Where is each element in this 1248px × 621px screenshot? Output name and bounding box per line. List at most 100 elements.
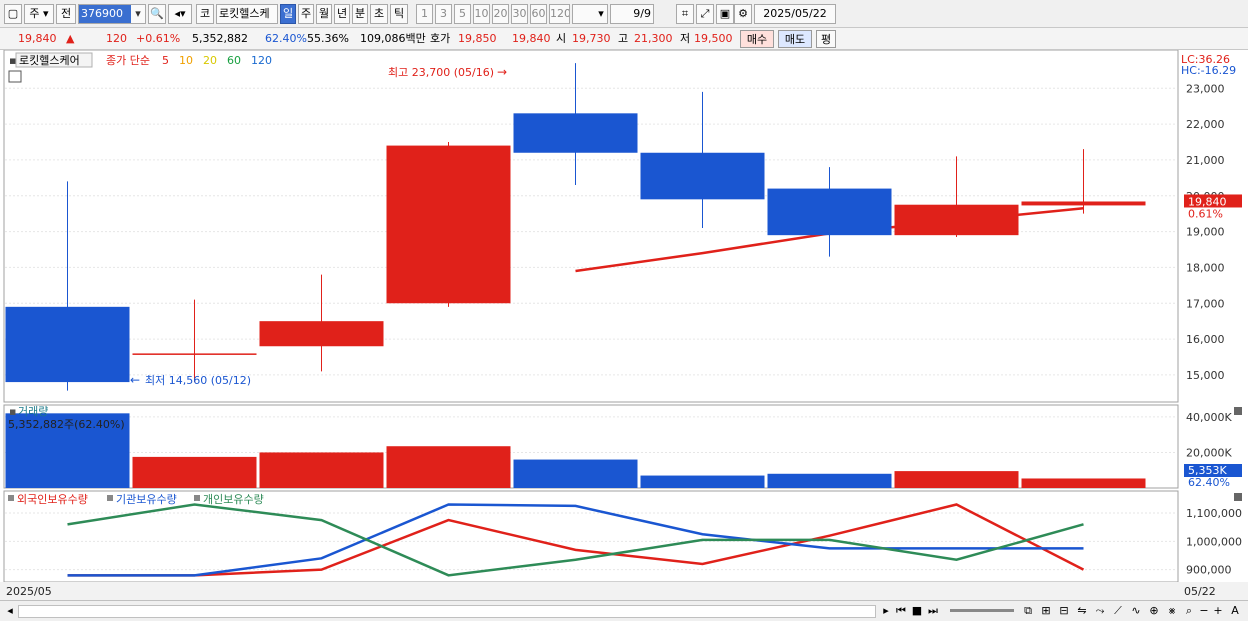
- draw-tool-icon[interactable]: ⤢: [696, 4, 714, 24]
- candle-body: [513, 113, 638, 153]
- binoculars-icon[interactable]: ⌗: [676, 4, 694, 24]
- period-tab[interactable]: 주: [298, 4, 314, 24]
- ma-period-label: 10: [179, 54, 193, 67]
- quote-bar: 19,840 ▲ 120 +0.61% 5,352,882 62.40% 55.…: [0, 28, 1248, 50]
- period-tab[interactable]: 틱: [390, 4, 408, 24]
- table-toggle-icon[interactable]: [8, 70, 22, 83]
- interval-tab[interactable]: 60: [530, 4, 547, 24]
- avg-button[interactable]: 평: [816, 30, 836, 48]
- interval-tab[interactable]: 30: [511, 4, 528, 24]
- interval-tab[interactable]: 10: [473, 4, 490, 24]
- holdings-tick-label: 1,100,000: [1186, 507, 1242, 520]
- price-tick-label: 19,000: [1186, 226, 1225, 239]
- search-icon[interactable]: 🔍: [148, 4, 166, 24]
- forward-icon[interactable]: ⏭: [926, 604, 940, 619]
- high-value: 21,300: [634, 32, 673, 45]
- volume-tick-label: 20,000K: [1186, 446, 1232, 459]
- main-toolbar: ▢ 주 ▾ 전 376900 ▾ 🔍 ◂▾ 코 로킷헬스케 일주월년분초틱 135…: [0, 0, 1248, 28]
- volume-bar: [640, 475, 765, 488]
- period-tab[interactable]: 월: [316, 4, 332, 24]
- period-tab[interactable]: 년: [334, 4, 350, 24]
- stock-name: 로킷헬스케: [216, 4, 278, 24]
- turnover-ratio: 55.36%: [307, 32, 349, 45]
- overlay-icon[interactable]: ⊕: [1146, 604, 1162, 619]
- volume-bar: [386, 446, 511, 488]
- holdings-legend-label: 외국인보유수량: [17, 493, 88, 506]
- window-menu-icon[interactable]: ▢: [4, 4, 22, 24]
- interval-tab[interactable]: 3: [435, 4, 452, 24]
- interval-tab[interactable]: 1: [416, 4, 433, 24]
- period-tab[interactable]: 일: [280, 4, 296, 24]
- magnifier-icon[interactable]: ⌕: [1182, 604, 1196, 619]
- stop-icon[interactable]: ■: [910, 604, 924, 619]
- period-tab[interactable]: 초: [370, 4, 388, 24]
- trend-icon[interactable]: ⤳: [1092, 604, 1108, 619]
- date-axis-end: 05/22: [1184, 585, 1216, 598]
- date-axis-start: 2025/05: [6, 585, 52, 598]
- line-tool-icon[interactable]: ⟋: [1110, 604, 1126, 619]
- high-note: 최고 23,700 (05/16): [388, 66, 494, 79]
- volume-panel-close-icon[interactable]: [1234, 407, 1242, 415]
- volume-bar: [513, 459, 638, 488]
- interval-tab[interactable]: 20: [492, 4, 509, 24]
- interval-dropdown[interactable]: ▾: [572, 4, 608, 24]
- candle-body: [894, 204, 1019, 236]
- volume-title: 거래량: [18, 405, 48, 418]
- stock-code-input[interactable]: 376900 ▾: [78, 4, 146, 24]
- period-tab[interactable]: 분: [352, 4, 368, 24]
- copy-icon[interactable]: ⧉: [1020, 604, 1036, 619]
- low-label: 저: [680, 32, 691, 45]
- panel-menu-icon[interactable]: ▪: [9, 405, 16, 418]
- gear-icon[interactable]: ⚙: [734, 4, 752, 24]
- chart-area[interactable]: 23,00022,00021,00020,00019,00018,00017,0…: [0, 49, 1248, 600]
- stock-chart[interactable]: 23,00022,00021,00020,00019,00018,00017,0…: [0, 49, 1248, 600]
- period-selector-label: 주: [29, 7, 40, 20]
- sound-icon[interactable]: ◂▾: [168, 4, 192, 24]
- zoom-slider[interactable]: [950, 609, 1014, 612]
- zoom-out-icon[interactable]: −: [1198, 604, 1210, 619]
- zoom-in-icon[interactable]: +: [1212, 604, 1224, 619]
- layout-icon[interactable]: ⊞: [1038, 604, 1054, 619]
- ma-period-label: 120: [251, 54, 272, 67]
- bid-label: 호가: [430, 32, 451, 45]
- period-selector[interactable]: 주 ▾: [24, 4, 54, 24]
- panel-menu-icon[interactable]: ▪: [9, 54, 16, 67]
- scroll-right-icon[interactable]: ▸: [880, 604, 892, 619]
- price-tick-label: 18,000: [1186, 261, 1225, 274]
- buy-button[interactable]: 매수: [740, 30, 774, 48]
- candle-body: [5, 306, 130, 383]
- price-tick-label: 21,000: [1186, 154, 1225, 167]
- prev-button[interactable]: 전: [56, 4, 76, 24]
- volume-bar: [894, 471, 1019, 488]
- rewind-icon[interactable]: ⏮: [894, 604, 908, 619]
- scroll-left-icon[interactable]: ◂: [4, 604, 16, 619]
- scroll-bar[interactable]: ◂ ▸ ⏮ ■ ⏭ ⧉ ⊞ ⊟ ⇋ ⤳ ⟋ ∿ ⊕ ⨳ ⌕ − + A: [0, 600, 1248, 621]
- high-label: 고: [618, 32, 629, 45]
- price-tick-label: 23,000: [1186, 82, 1225, 95]
- change-arrow: ▲: [66, 32, 75, 45]
- volume-badge-rate: 62.40%: [1188, 476, 1230, 489]
- compare-icon[interactable]: ⇋: [1074, 604, 1090, 619]
- candle-body: [640, 152, 765, 200]
- low-note: 최저 14,560 (05/12): [145, 374, 251, 387]
- price-tick-label: 16,000: [1186, 333, 1225, 346]
- holdings-panel-close-icon[interactable]: [1234, 493, 1242, 501]
- wave-icon[interactable]: ∿: [1128, 604, 1144, 619]
- hc-label: HC:-16.29: [1181, 64, 1236, 77]
- current-price: 19,840: [18, 32, 57, 45]
- grid-icon[interactable]: ⊟: [1056, 604, 1072, 619]
- scroll-track[interactable]: [18, 605, 876, 618]
- auto-scale-icon[interactable]: A: [1228, 604, 1242, 619]
- market-badge: 코: [196, 4, 214, 24]
- holdings-legend-label: 개인보유수량: [203, 493, 264, 506]
- candle-body: [1021, 201, 1146, 206]
- interval-tab[interactable]: 5: [454, 4, 471, 24]
- sell-button[interactable]: 매도: [778, 30, 812, 48]
- holdings-legend-label: 기관보유수량: [116, 493, 177, 506]
- save-icon[interactable]: ▣: [716, 4, 734, 24]
- indicator-icon[interactable]: ⨳: [1164, 604, 1180, 619]
- date-field[interactable]: 2025/05/22: [754, 4, 836, 24]
- volume-ratio: 62.40%: [265, 32, 307, 45]
- volume-value: 5,352,882: [192, 32, 248, 45]
- interval-tab[interactable]: 120: [549, 4, 570, 24]
